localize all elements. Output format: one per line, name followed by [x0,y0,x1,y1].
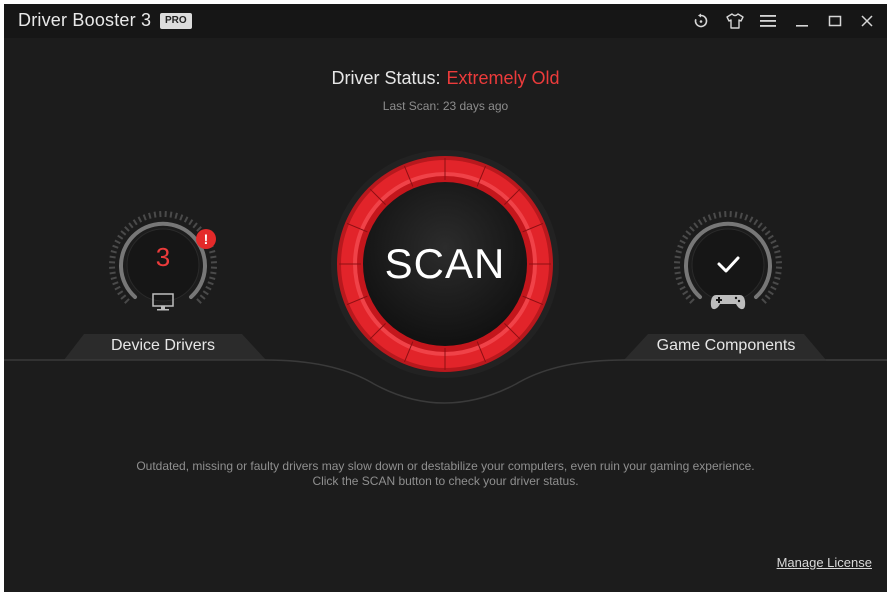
gamepad-icon [710,295,746,310]
tab-game-components[interactable]: Game Components [648,337,804,355]
alert-badge-icon: ! [196,229,216,249]
info-line-1: Outdated, missing or faulty drivers may … [136,459,755,473]
scan-button[interactable]: SCAN [329,148,561,380]
info-line-2: Click the SCAN button to check your driv… [312,474,579,488]
scan-button-label: SCAN [384,240,506,287]
manage-license-link[interactable]: Manage License [777,555,872,570]
game-components-gauge[interactable] [672,209,784,321]
app-window: Driver Booster 3 PRO Driver Status: Extr… [4,4,887,592]
info-text: Outdated, missing or faulty drivers may … [4,459,887,489]
tab-device-drivers[interactable]: Device Drivers [84,337,242,355]
